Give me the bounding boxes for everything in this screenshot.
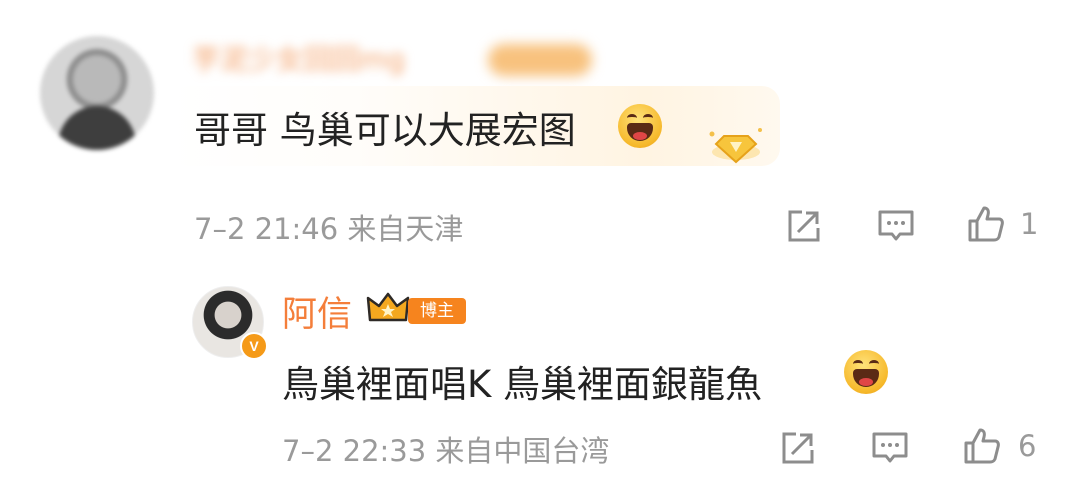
- reply-text-content: 鳥巢裡面唱K 鳥巢裡面銀龍魚: [282, 363, 763, 406]
- crown-icon: [366, 292, 410, 322]
- comment-username[interactable]: 芋泥少女回回mg: [192, 42, 405, 78]
- comment-icon[interactable]: [870, 428, 910, 468]
- blogger-badge: 博主: [408, 298, 466, 324]
- like-count: 6: [1018, 429, 1037, 463]
- gem-badge-icon: [709, 128, 762, 164]
- thumbs-up-icon[interactable]: [962, 426, 1002, 466]
- share-icon[interactable]: [784, 206, 824, 246]
- avatar[interactable]: [40, 36, 154, 150]
- comment-icon[interactable]: [876, 206, 916, 246]
- thumbs-up-icon[interactable]: [966, 204, 1006, 244]
- reply-timestamp-location: 7–2 22:33 来自中国台湾: [282, 434, 610, 468]
- comment-timestamp-location: 7–2 21:46 来自天津: [194, 212, 464, 246]
- laughing-emoji-icon: [618, 104, 662, 148]
- comment-text: 哥哥 鸟巢可以大展宏图: [194, 100, 576, 154]
- reply-text: 鳥巢裡面唱K 鳥巢裡面銀龍魚: [282, 354, 762, 408]
- like-count: 1: [1020, 207, 1039, 241]
- reply-username[interactable]: 阿信: [282, 286, 352, 337]
- laughing-emoji-icon: [844, 350, 888, 394]
- verified-badge: V: [240, 332, 268, 360]
- vip-badge: [488, 44, 592, 76]
- share-icon[interactable]: [778, 428, 818, 468]
- comment-text-content: 哥哥 鸟巢可以大展宏图: [194, 109, 576, 152]
